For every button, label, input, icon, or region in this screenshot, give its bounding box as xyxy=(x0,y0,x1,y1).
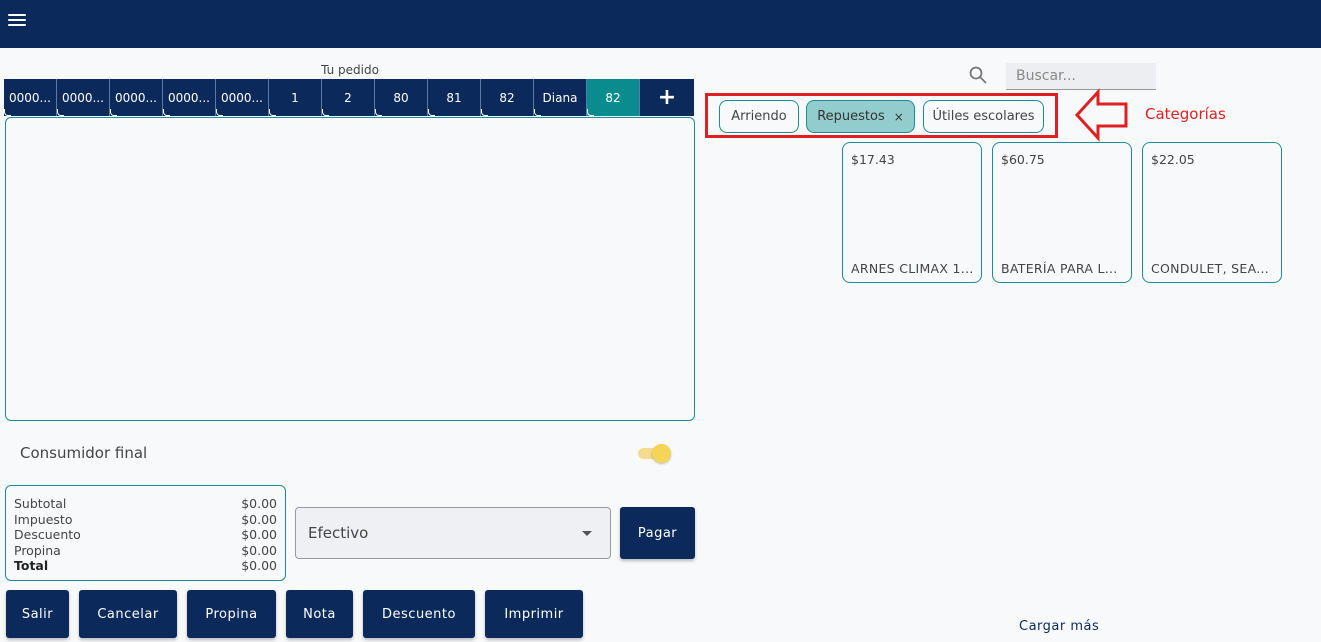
order-tab[interactable]: 81 xyxy=(428,79,481,116)
close-icon[interactable]: × xyxy=(894,110,904,124)
order-tabs: 0000... 0000... 0000... 0000... 0000... … xyxy=(4,79,694,116)
exit-button[interactable]: Salir xyxy=(6,590,69,638)
product-price: $17.43 xyxy=(851,152,895,167)
pay-button[interactable]: Pagar xyxy=(620,507,695,559)
order-tab[interactable]: 0000... xyxy=(110,79,163,116)
summary-value: $0.00 xyxy=(241,496,277,511)
summary-row-total: Total $0.00 xyxy=(14,558,277,574)
summary-row-tip: Propina $0.00 xyxy=(14,543,277,559)
payment-method-select[interactable]: Efectivo xyxy=(295,507,611,559)
tip-button[interactable]: Propina xyxy=(187,590,276,638)
product-price: $60.75 xyxy=(1001,152,1045,167)
search-input[interactable] xyxy=(1006,63,1156,90)
summary-row-discount: Descuento $0.00 xyxy=(14,527,277,543)
payment-method-value: Efectivo xyxy=(308,524,369,542)
add-order-button[interactable]: + xyxy=(640,79,694,116)
categories-annotation-label: Categorías xyxy=(1145,105,1226,123)
search-icon[interactable] xyxy=(968,65,988,85)
summary-value: $0.00 xyxy=(241,558,277,574)
top-app-bar xyxy=(0,0,1321,48)
summary-value: $0.00 xyxy=(241,511,277,527)
order-tab[interactable]: 0000... xyxy=(57,79,110,116)
product-name: BATERÍA PARA L... xyxy=(1001,261,1118,276)
summary-label: Subtotal xyxy=(14,496,67,511)
left-arrow-icon xyxy=(1074,88,1128,142)
chip-label: Útiles escolares xyxy=(932,109,1035,124)
hamburger-menu-icon[interactable] xyxy=(8,14,26,30)
dropdown-arrow-icon xyxy=(582,531,592,536)
summary-label: Total xyxy=(14,558,49,574)
product-card[interactable]: $17.43 ARNES CLIMAX 1... xyxy=(842,142,982,283)
order-items-panel xyxy=(5,117,695,421)
order-title: Tu pedido xyxy=(321,63,379,77)
order-tab[interactable]: 80 xyxy=(375,79,428,116)
product-card[interactable]: $60.75 BATERÍA PARA L... xyxy=(992,142,1132,283)
order-tab[interactable]: 82 xyxy=(481,79,534,116)
summary-label: Propina xyxy=(14,542,61,558)
order-tab[interactable]: 0000... xyxy=(163,79,216,116)
order-tab[interactable]: 2 xyxy=(322,79,375,116)
product-card[interactable]: $22.05 CONDULET, SEA... xyxy=(1142,142,1282,283)
order-tab-active[interactable]: 82 xyxy=(587,79,640,116)
product-name: ARNES CLIMAX 1... xyxy=(851,261,974,276)
order-tab[interactable]: 0000... xyxy=(4,79,57,116)
product-name: CONDULET, SEA... xyxy=(1151,261,1270,276)
product-price: $22.05 xyxy=(1151,152,1195,167)
order-tab[interactable]: 1 xyxy=(269,79,322,116)
consumer-final-label: Consumidor final xyxy=(20,444,148,462)
category-chip-repuestos[interactable]: Repuestos × xyxy=(806,100,915,133)
order-summary: Subtotal $0.00 Impuesto $0.00 Descuento … xyxy=(5,485,286,581)
category-chip-arriendo[interactable]: Arriendo xyxy=(719,100,799,133)
category-chip-utiles-escolares[interactable]: Útiles escolares xyxy=(923,100,1044,133)
order-tab[interactable]: 0000... xyxy=(216,79,269,116)
summary-row-subtotal: Subtotal $0.00 xyxy=(14,496,277,512)
toggle-knob xyxy=(652,444,671,463)
summary-value: $0.00 xyxy=(241,542,277,558)
load-more-button[interactable]: Cargar más xyxy=(1019,619,1099,634)
discount-button[interactable]: Descuento xyxy=(363,590,475,638)
print-button[interactable]: Imprimir xyxy=(485,590,583,638)
note-button[interactable]: Nota xyxy=(286,590,353,638)
order-tab[interactable]: Diana xyxy=(534,79,587,116)
chip-label: Arriendo xyxy=(731,109,787,124)
chip-label: Repuestos xyxy=(817,109,885,124)
summary-value: $0.00 xyxy=(241,527,277,543)
summary-row-tax: Impuesto $0.00 xyxy=(14,512,277,528)
consumer-final-toggle[interactable] xyxy=(636,444,672,463)
cancel-button[interactable]: Cancelar xyxy=(79,590,177,638)
summary-label: Descuento xyxy=(14,527,81,543)
summary-label: Impuesto xyxy=(14,511,73,527)
